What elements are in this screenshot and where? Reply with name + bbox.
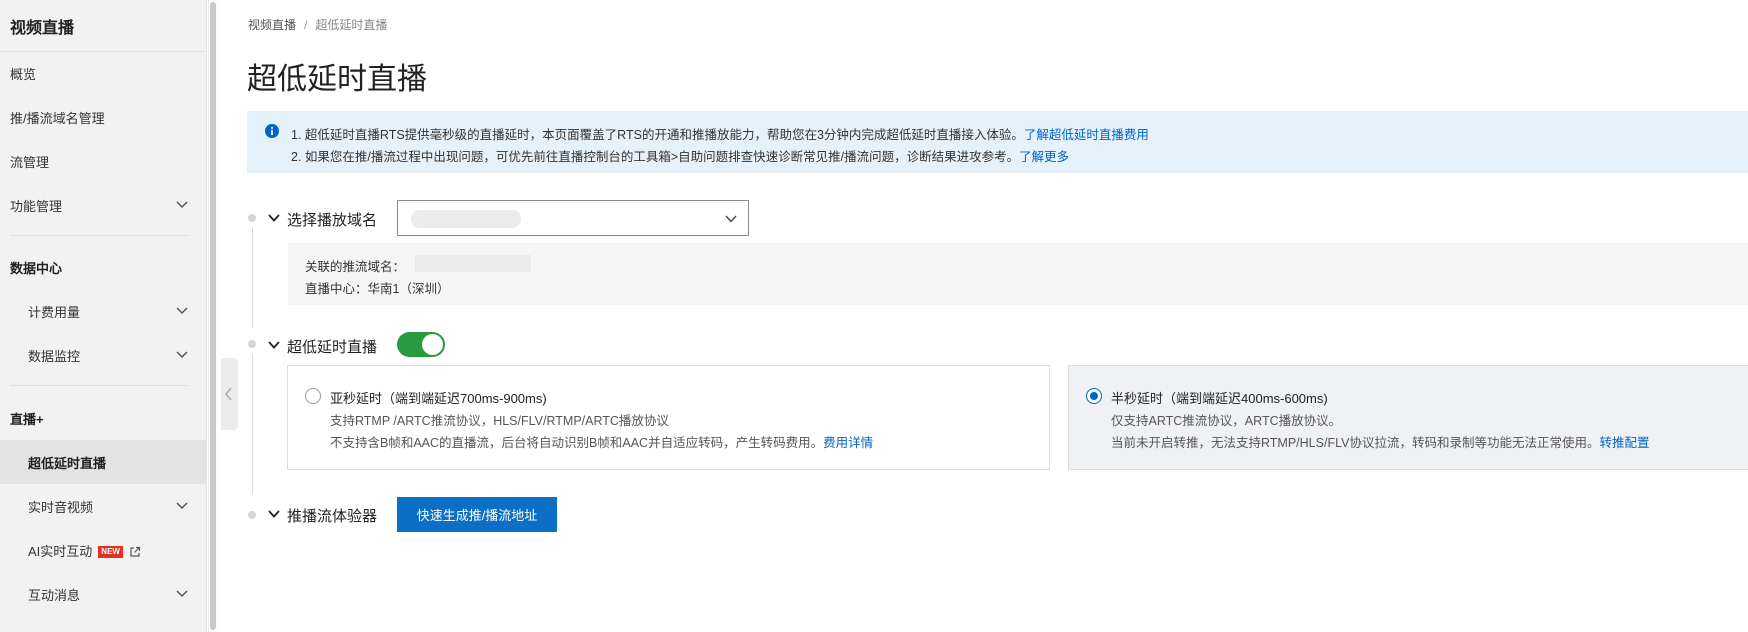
option-title: 半秒延时（端到端延迟400ms-600ms) xyxy=(1111,391,1328,406)
chevron-down-icon xyxy=(176,307,188,315)
page-title: 超低延时直播 xyxy=(247,63,427,96)
breadcrumb-separator: / xyxy=(304,18,308,32)
option-desc: 支持RTMP /ARTC推流协议，HLS/FLV/RTMP/ARTC播放协议 xyxy=(330,414,669,428)
sidebar: 视频直播 概览 推/播流域名管理 流管理 功能管理 数据中心 计费用量 数据监控 xyxy=(0,0,207,632)
sidebar-item-ai-interaction[interactable]: AI实时互动 NEW xyxy=(0,528,207,572)
sidebar-group-live-plus: 直播+ xyxy=(0,396,207,440)
notice-line-1: 1. 超低延时直播RTS提供毫秒级的直播延时，本页面覆盖了RTS的开通和推播放能… xyxy=(291,124,1149,143)
breadcrumb-current: 超低延时直播 xyxy=(315,18,388,32)
chevron-down-icon xyxy=(176,351,188,359)
sidebar-collapse-button[interactable] xyxy=(221,358,238,430)
scrollbar-thumb[interactable] xyxy=(210,2,216,630)
option-card-halfsecond[interactable]: 半秒延时（端到端延迟400ms-600ms) 仅支持ARTC推流协议，ARTC播… xyxy=(1068,365,1748,470)
learn-more-link[interactable]: 了解更多 xyxy=(1019,150,1069,164)
step-dot xyxy=(248,340,256,348)
option-desc: 仅支持ARTC推流协议，ARTC播放协议。 xyxy=(1111,414,1342,428)
step-dot xyxy=(248,214,256,222)
radio-subsecond[interactable] xyxy=(305,388,321,404)
generate-stream-url-button[interactable]: 快速生成推/播流地址 xyxy=(397,497,557,532)
sidebar-item-data-monitoring[interactable]: 数据监控 xyxy=(0,333,207,377)
chevron-down-icon[interactable] xyxy=(267,507,281,521)
option-desc-text: 当前未开启转推，无法支持RTMP/HLS/FLV协议拉流，转码和录制等功能无法正… xyxy=(1111,436,1600,450)
option-title: 亚秒延时（端到端延迟700ms-900ms) xyxy=(330,391,547,406)
chevron-down-icon xyxy=(176,502,188,510)
live-center-value: 华南1（深圳） xyxy=(367,282,450,296)
divider xyxy=(10,235,188,236)
step-line xyxy=(252,228,253,328)
step-title-ultra-low-latency: 超低延时直播 xyxy=(287,339,378,356)
sidebar-item-label: 互动消息 xyxy=(28,587,81,603)
live-center-row: 直播中心：华南1（深圳） xyxy=(305,278,449,297)
step-line xyxy=(252,354,253,494)
chevron-down-icon xyxy=(176,201,188,209)
sidebar-item-feature-management[interactable]: 功能管理 xyxy=(0,183,207,227)
sidebar-item-label: AI实时互动 NEW xyxy=(28,541,141,560)
sidebar-group-data-center: 数据中心 xyxy=(0,245,207,289)
chevron-down-icon[interactable] xyxy=(267,211,281,225)
domain-info-panel: 关联的推流域名： 直播中心：华南1（深圳） xyxy=(288,243,1748,305)
chevron-down-icon[interactable] xyxy=(267,338,281,352)
new-badge: NEW xyxy=(98,546,123,559)
redacted-value xyxy=(411,210,521,228)
ultra-low-latency-toggle[interactable] xyxy=(397,332,445,357)
sidebar-title: 视频直播 xyxy=(10,20,75,37)
sidebar-item-label: 实时音视频 xyxy=(28,499,94,515)
live-center-label: 直播中心： xyxy=(305,282,368,296)
sidebar-item-label: 计费用量 xyxy=(28,304,81,320)
sidebar-item-label-text: AI实时互动 xyxy=(28,543,93,559)
notice-text: 1. 超低延时直播RTS提供毫秒级的直播延时，本页面覆盖了RTS的开通和推播放能… xyxy=(291,128,1024,142)
sidebar-item-label: 数据监控 xyxy=(28,348,81,364)
sidebar-item-label: 超低延时直播 xyxy=(28,455,107,471)
app: 视频直播 概览 推/播流域名管理 流管理 功能管理 数据中心 计费用量 数据监控 xyxy=(0,0,1748,632)
divider xyxy=(10,385,188,386)
step-title-stream-tester: 推播流体验器 xyxy=(287,508,378,525)
redacted-value xyxy=(415,255,531,272)
push-domain-label: 关联的推流域名： xyxy=(305,260,406,274)
toggle-knob xyxy=(422,334,443,355)
sidebar-item-ultra-low-latency[interactable]: 超低延时直播 xyxy=(0,440,207,484)
notice-banner: 1. 超低延时直播RTS提供毫秒级的直播延时，本页面覆盖了RTS的开通和推播放能… xyxy=(247,111,1748,173)
option-desc-text: 不支持含B帧和AAC的直播流，后台将自动识别B帧和AAC并自适应转码，产生转码费… xyxy=(330,436,824,450)
fee-link[interactable]: 了解超低延时直播费用 xyxy=(1024,128,1149,142)
sidebar-item-label: 概览 xyxy=(10,66,37,82)
sidebar-item-domain-management[interactable]: 推/播流域名管理 xyxy=(0,95,207,139)
sidebar-item-label: 功能管理 xyxy=(10,198,63,214)
sidebar-item-label: 推/播流域名管理 xyxy=(10,110,105,126)
sidebar-item-label: 流管理 xyxy=(10,154,50,170)
sidebar-item-interactive-messages[interactable]: 互动消息 xyxy=(0,572,207,616)
sidebar-item-rtc[interactable]: 实时音视频 xyxy=(0,484,207,528)
step-dot xyxy=(248,511,256,519)
sidebar-item-overview[interactable]: 概览 xyxy=(0,51,207,95)
sidebar-item-billing-usage[interactable]: 计费用量 xyxy=(0,289,207,333)
sidebar-item-stream-management[interactable]: 流管理 xyxy=(0,139,207,183)
sidebar-group-label: 数据中心 xyxy=(10,260,63,276)
notice-text: 2. 如果您在推/播流过程中出现问题，可优先前往直播控制台的工具箱>自助问题排查… xyxy=(291,150,1020,164)
breadcrumb: 视频直播 / 超低延时直播 xyxy=(248,16,387,33)
sidebar-group-label: 直播+ xyxy=(10,411,44,427)
info-icon xyxy=(265,124,279,138)
step-title-select-domain: 选择播放域名 xyxy=(287,212,378,229)
chevron-left-icon xyxy=(225,387,232,401)
option-card-subsecond[interactable]: 亚秒延时（端到端延迟700ms-900ms) 支持RTMP /ARTC推流协议，… xyxy=(287,365,1050,470)
play-domain-select[interactable] xyxy=(397,200,749,236)
option-desc: 不支持含B帧和AAC的直播流，后台将自动识别B帧和AAC并自适应转码，产生转码费… xyxy=(330,432,873,451)
chevron-down-icon xyxy=(725,215,737,223)
relay-config-link[interactable]: 转推配置 xyxy=(1599,436,1649,450)
breadcrumb-root[interactable]: 视频直播 xyxy=(248,18,296,32)
chevron-down-icon xyxy=(176,590,188,598)
sidebar-scrollbar[interactable] xyxy=(208,0,217,632)
notice-line-2: 2. 如果您在推/播流过程中出现问题，可优先前往直播控制台的工具箱>自助问题排查… xyxy=(291,146,1069,165)
radio-halfsecond[interactable] xyxy=(1086,388,1102,404)
option-desc: 当前未开启转推，无法支持RTMP/HLS/FLV协议拉流，转码和录制等功能无法正… xyxy=(1111,432,1649,451)
fee-details-link[interactable]: 费用详情 xyxy=(823,436,873,450)
external-link-icon xyxy=(130,546,141,557)
main-content: 视频直播 / 超低延时直播 超低延时直播 1. 超低延时直播RTS提供毫秒级的直播延… xyxy=(238,0,1748,632)
